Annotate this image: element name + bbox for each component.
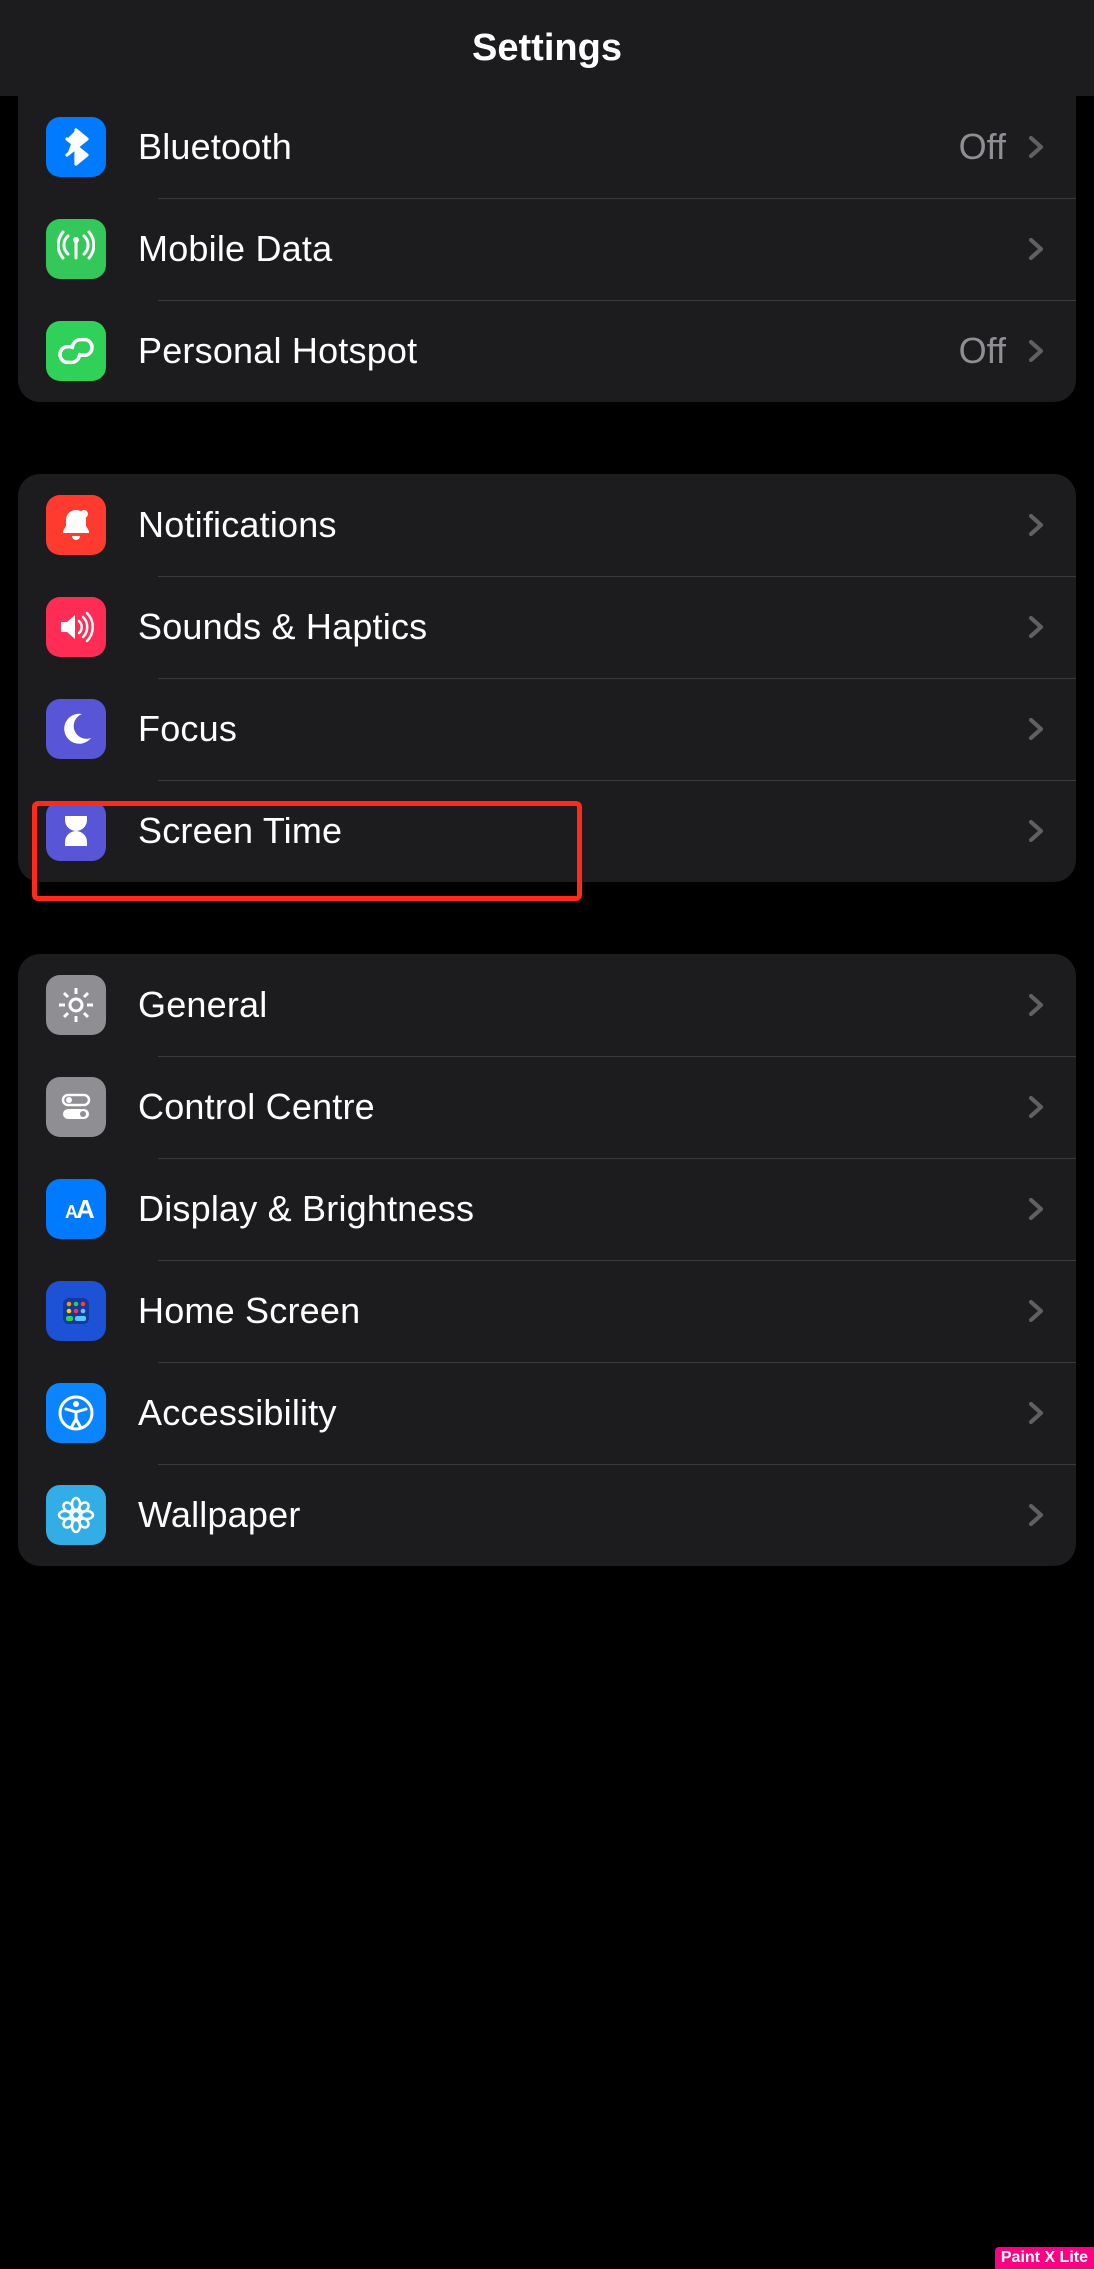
row-general[interactable]: General bbox=[18, 954, 1076, 1056]
row-label: Screen Time bbox=[138, 810, 1024, 852]
row-sounds-haptics[interactable]: Sounds & Haptics bbox=[18, 576, 1076, 678]
group-general: General Control Centre Display & Brightn… bbox=[18, 954, 1076, 1566]
row-wallpaper[interactable]: Wallpaper bbox=[18, 1464, 1076, 1566]
row-label: Mobile Data bbox=[138, 228, 1024, 270]
antenna-icon bbox=[46, 219, 106, 279]
group-notifications: Notifications Sounds & Haptics Focus Scr… bbox=[18, 474, 1076, 882]
chevron-right-icon bbox=[1024, 1095, 1048, 1119]
chevron-right-icon bbox=[1024, 1299, 1048, 1323]
chevron-right-icon bbox=[1024, 513, 1048, 537]
accessibility-icon bbox=[46, 1383, 106, 1443]
gear-icon bbox=[46, 975, 106, 1035]
row-display-brightness[interactable]: Display & Brightness bbox=[18, 1158, 1076, 1260]
chevron-right-icon bbox=[1024, 993, 1048, 1017]
row-label: General bbox=[138, 984, 1024, 1026]
row-label: Sounds & Haptics bbox=[138, 606, 1024, 648]
settings-content: Bluetooth Off Mobile Data Personal Hotsp… bbox=[0, 96, 1094, 1566]
row-label: Notifications bbox=[138, 504, 1024, 546]
apps-grid-icon bbox=[46, 1281, 106, 1341]
chevron-right-icon bbox=[1024, 237, 1048, 261]
row-personal-hotspot[interactable]: Personal Hotspot Off bbox=[18, 300, 1076, 402]
row-bluetooth[interactable]: Bluetooth Off bbox=[18, 96, 1076, 198]
row-label: Bluetooth bbox=[138, 126, 959, 168]
row-value: Off bbox=[959, 330, 1006, 372]
text-size-icon bbox=[46, 1179, 106, 1239]
row-control-centre[interactable]: Control Centre bbox=[18, 1056, 1076, 1158]
row-home-screen[interactable]: Home Screen bbox=[18, 1260, 1076, 1362]
chevron-right-icon bbox=[1024, 1401, 1048, 1425]
row-label: Control Centre bbox=[138, 1086, 1024, 1128]
row-mobile-data[interactable]: Mobile Data bbox=[18, 198, 1076, 300]
moon-icon bbox=[46, 699, 106, 759]
chevron-right-icon bbox=[1024, 135, 1048, 159]
row-label: Personal Hotspot bbox=[138, 330, 959, 372]
chevron-right-icon bbox=[1024, 819, 1048, 843]
row-label: Accessibility bbox=[138, 1392, 1024, 1434]
chevron-right-icon bbox=[1024, 1197, 1048, 1221]
chevron-right-icon bbox=[1024, 615, 1048, 639]
group-connectivity: Bluetooth Off Mobile Data Personal Hotsp… bbox=[18, 96, 1076, 402]
watermark: Paint X Lite bbox=[995, 2247, 1094, 2269]
row-focus[interactable]: Focus bbox=[18, 678, 1076, 780]
bell-icon bbox=[46, 495, 106, 555]
row-label: Wallpaper bbox=[138, 1494, 1024, 1536]
row-screen-time[interactable]: Screen Time bbox=[18, 780, 1076, 882]
row-notifications[interactable]: Notifications bbox=[18, 474, 1076, 576]
chevron-right-icon bbox=[1024, 1503, 1048, 1527]
chevron-right-icon bbox=[1024, 717, 1048, 741]
flower-icon bbox=[46, 1485, 106, 1545]
page-title: Settings bbox=[472, 27, 622, 70]
row-accessibility[interactable]: Accessibility bbox=[18, 1362, 1076, 1464]
hourglass-icon bbox=[46, 801, 106, 861]
link-icon bbox=[46, 321, 106, 381]
row-value: Off bbox=[959, 126, 1006, 168]
row-label: Display & Brightness bbox=[138, 1188, 1024, 1230]
header: Settings bbox=[0, 0, 1094, 96]
toggles-icon bbox=[46, 1077, 106, 1137]
bluetooth-icon bbox=[46, 117, 106, 177]
speaker-icon bbox=[46, 597, 106, 657]
row-label: Home Screen bbox=[138, 1290, 1024, 1332]
chevron-right-icon bbox=[1024, 339, 1048, 363]
row-label: Focus bbox=[138, 708, 1024, 750]
